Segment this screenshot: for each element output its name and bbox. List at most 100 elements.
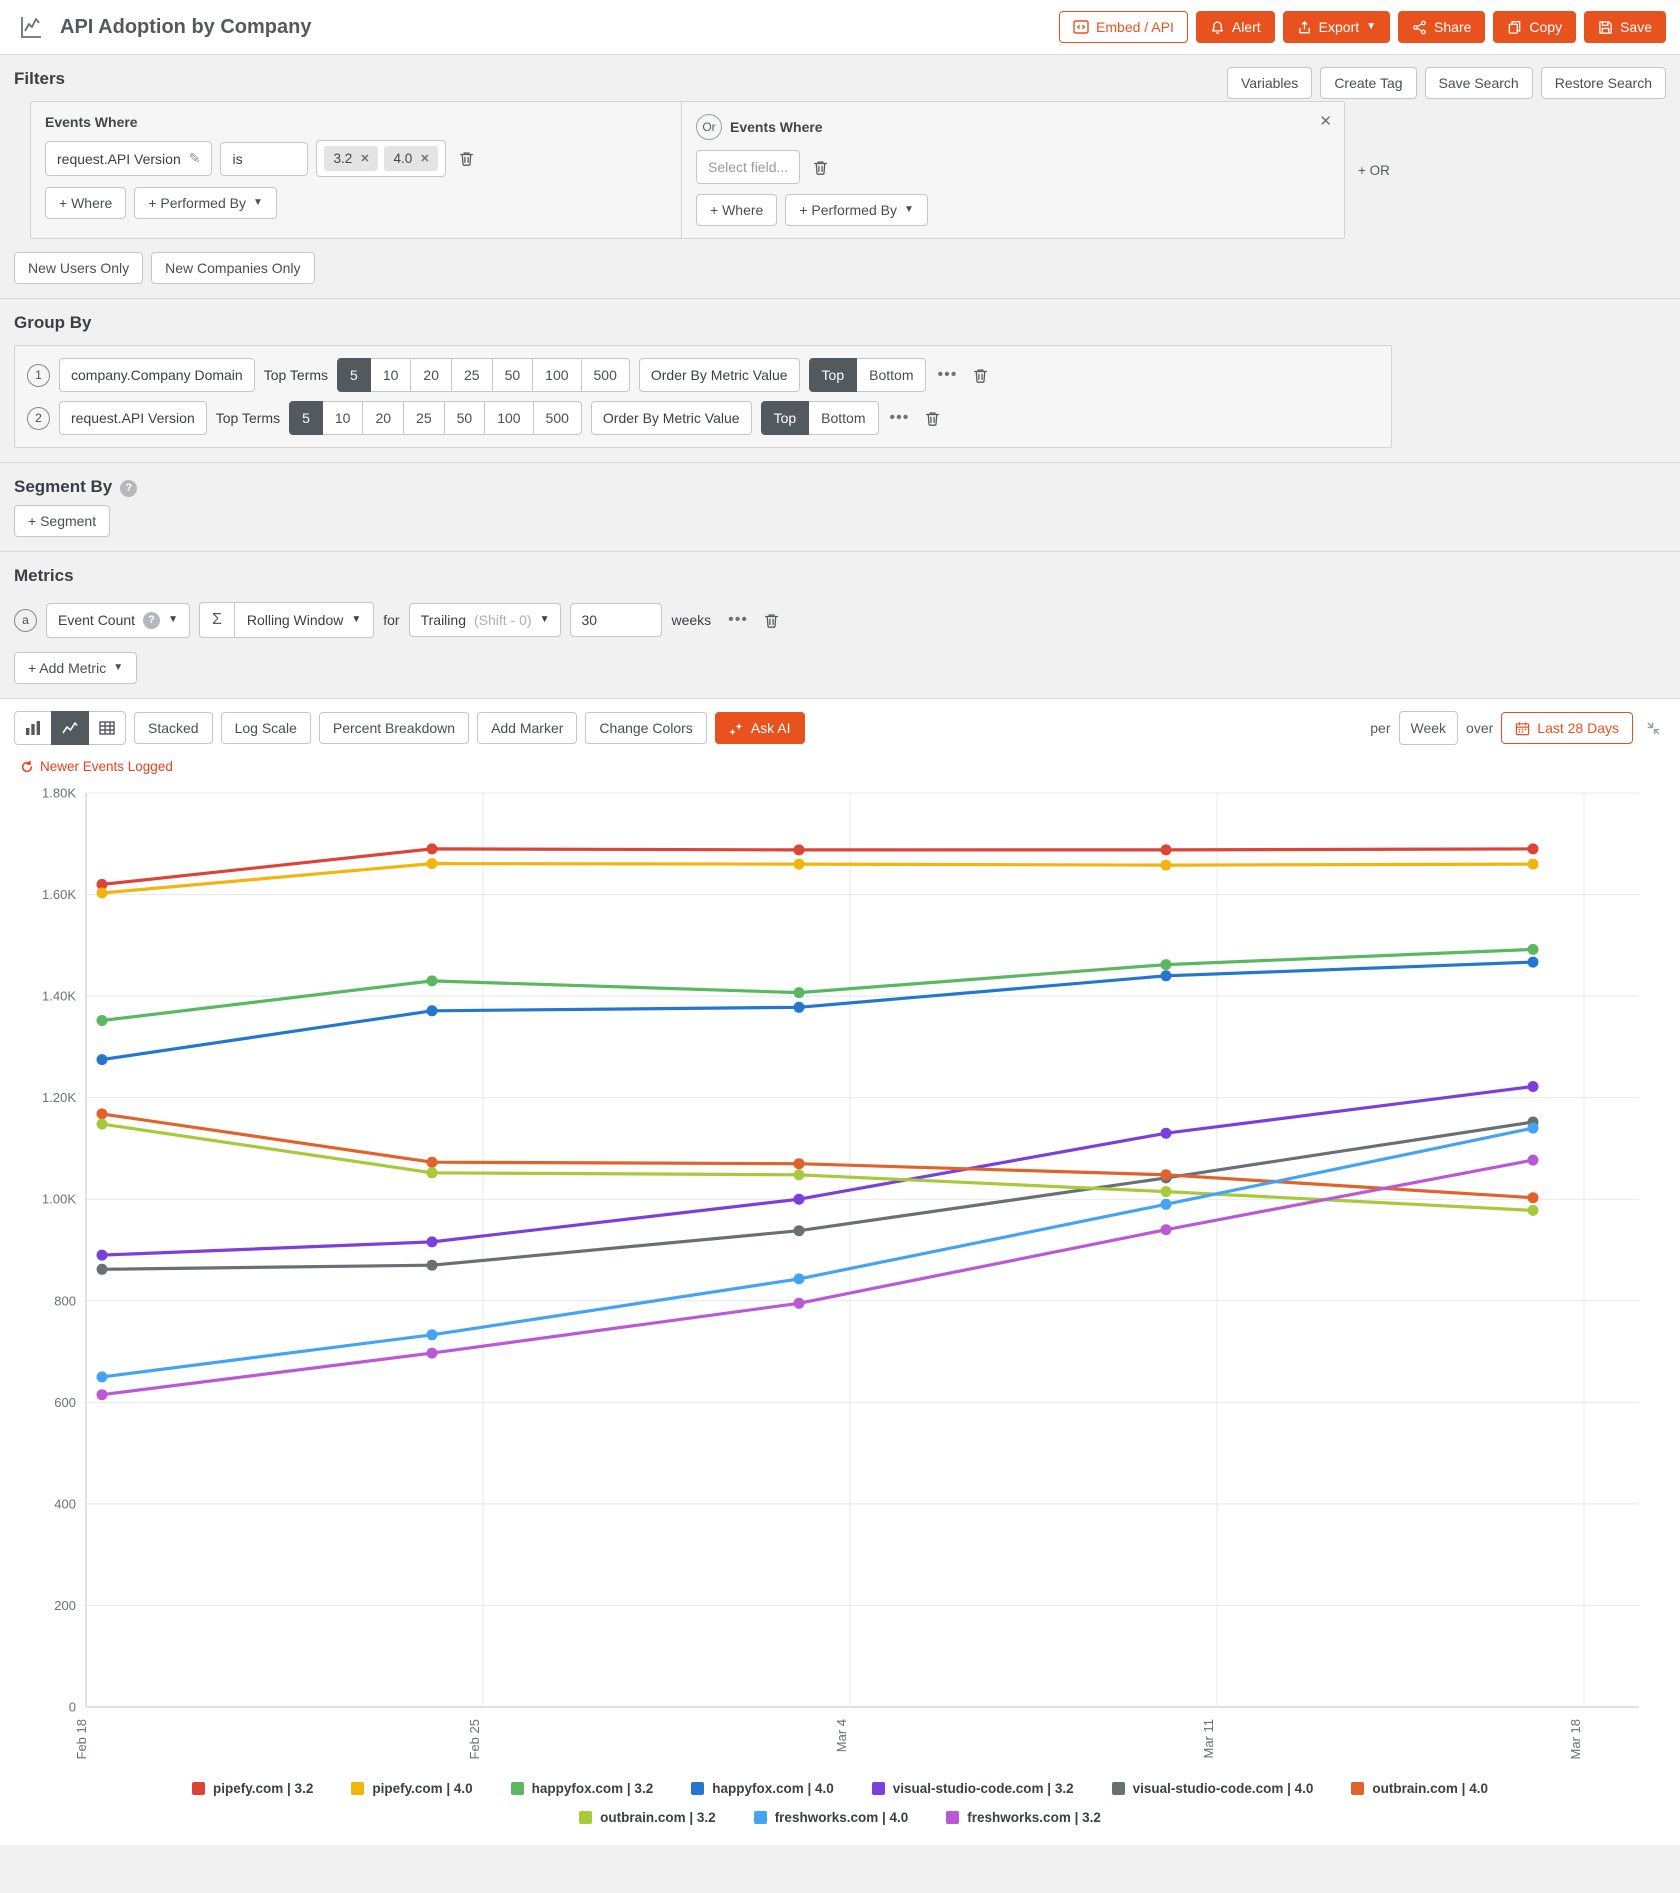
data-point[interactable]: [1528, 943, 1539, 954]
collapse-icon[interactable]: [1641, 716, 1666, 741]
data-point[interactable]: [1161, 959, 1172, 970]
order-direction-button[interactable]: Top: [761, 401, 810, 435]
term-count-button[interactable]: 10: [322, 401, 364, 435]
delete-group-button[interactable]: [920, 406, 945, 431]
data-point[interactable]: [1528, 1122, 1539, 1133]
data-point[interactable]: [794, 1225, 805, 1236]
sigma-aggregate-button[interactable]: Σ: [199, 602, 235, 638]
alert-button[interactable]: Alert: [1196, 11, 1275, 43]
help-icon[interactable]: ?: [120, 480, 137, 497]
data-point[interactable]: [1528, 843, 1539, 854]
delete-group-button[interactable]: [968, 363, 993, 388]
data-point[interactable]: [1528, 1081, 1539, 1092]
order-by-selector[interactable]: Order By Metric Value: [639, 358, 800, 392]
share-button[interactable]: Share: [1398, 11, 1485, 43]
data-point[interactable]: [1161, 844, 1172, 855]
data-point[interactable]: [1528, 1204, 1539, 1215]
add-metric-button[interactable]: + Add Metric▼: [14, 652, 137, 684]
data-point[interactable]: [1161, 1186, 1172, 1197]
data-point[interactable]: [97, 1389, 108, 1400]
legend-item[interactable]: outbrain.com | 4.0: [1351, 1781, 1488, 1796]
filter-operator-selector[interactable]: is: [220, 142, 308, 176]
term-count-button[interactable]: 20: [410, 358, 452, 392]
delete-metric-button[interactable]: [759, 608, 784, 633]
data-point[interactable]: [794, 1158, 805, 1169]
data-point[interactable]: [427, 858, 438, 869]
data-point[interactable]: [794, 987, 805, 998]
term-count-button[interactable]: 25: [403, 401, 445, 435]
data-point[interactable]: [427, 1005, 438, 1016]
term-count-button[interactable]: 5: [337, 358, 371, 392]
data-point[interactable]: [1528, 858, 1539, 869]
data-point[interactable]: [794, 844, 805, 855]
chart-option-button[interactable]: Log Scale: [221, 712, 311, 744]
quick-filter-button[interactable]: New Companies Only: [151, 252, 314, 284]
more-options-icon[interactable]: •••: [726, 611, 750, 629]
data-point[interactable]: [97, 1371, 108, 1382]
term-count-button[interactable]: 50: [444, 401, 486, 435]
copy-button[interactable]: Copy: [1493, 11, 1576, 43]
add-or-button[interactable]: + OR: [1358, 163, 1390, 178]
close-icon[interactable]: ✕: [1319, 112, 1332, 130]
filter-value-chip[interactable]: 3.2✕: [324, 146, 378, 171]
data-point[interactable]: [1161, 859, 1172, 870]
more-options-icon[interactable]: •••: [888, 409, 912, 427]
order-by-selector[interactable]: Order By Metric Value: [591, 401, 752, 435]
data-point[interactable]: [1161, 1198, 1172, 1209]
select-field-input[interactable]: Select field...: [696, 150, 800, 184]
group-field-selector[interactable]: company.Company Domain: [59, 358, 255, 392]
legend-item[interactable]: happyfox.com | 4.0: [691, 1781, 834, 1796]
data-point[interactable]: [97, 1263, 108, 1274]
data-point[interactable]: [794, 1001, 805, 1012]
newer-events-refresh[interactable]: Newer Events Logged: [20, 759, 173, 774]
data-point[interactable]: [794, 1169, 805, 1180]
data-point[interactable]: [794, 1297, 805, 1308]
remove-value-icon[interactable]: ✕: [420, 152, 429, 165]
line-chart-icon[interactable]: [51, 711, 89, 745]
data-point[interactable]: [1161, 1169, 1172, 1180]
legend-item[interactable]: visual-studio-code.com | 4.0: [1112, 1781, 1314, 1796]
window-value-input[interactable]: [570, 603, 662, 637]
order-direction-button[interactable]: Bottom: [808, 401, 878, 435]
data-point[interactable]: [794, 1193, 805, 1204]
filters-action-button[interactable]: Save Search: [1425, 67, 1533, 99]
filters-action-button[interactable]: Restore Search: [1541, 67, 1666, 99]
filter-field-selector[interactable]: request.API Version ✎: [45, 141, 212, 176]
more-options-icon[interactable]: •••: [935, 366, 959, 384]
legend-item[interactable]: freshworks.com | 3.2: [946, 1810, 1101, 1825]
data-point[interactable]: [1528, 1154, 1539, 1165]
filters-action-button[interactable]: Variables: [1227, 67, 1312, 99]
chart-option-button[interactable]: Add Marker: [477, 712, 577, 744]
window-type-selector[interactable]: Trailing (Shift - 0) ▼: [409, 603, 562, 637]
data-point[interactable]: [97, 1249, 108, 1260]
legend-item[interactable]: happyfox.com | 3.2: [511, 1781, 654, 1796]
chart-option-button[interactable]: Stacked: [134, 712, 213, 744]
add-where-button[interactable]: + Where: [696, 194, 777, 226]
data-point[interactable]: [427, 1329, 438, 1340]
legend-item[interactable]: pipefy.com | 4.0: [351, 1781, 472, 1796]
save-button[interactable]: Save: [1584, 11, 1666, 43]
data-point[interactable]: [97, 1015, 108, 1026]
data-point[interactable]: [794, 858, 805, 869]
date-range-button[interactable]: Last 28 Days: [1501, 712, 1633, 744]
remove-value-icon[interactable]: ✕: [360, 152, 369, 165]
term-count-button[interactable]: 500: [533, 401, 582, 435]
interval-selector[interactable]: Week: [1399, 711, 1459, 745]
order-direction-button[interactable]: Bottom: [856, 358, 926, 392]
ask-ai-button[interactable]: Ask AI: [715, 712, 805, 744]
data-point[interactable]: [427, 1167, 438, 1178]
legend-item[interactable]: outbrain.com | 3.2: [579, 1810, 716, 1825]
data-point[interactable]: [1161, 1224, 1172, 1235]
data-point[interactable]: [97, 1108, 108, 1119]
metric-type-selector[interactable]: Event Count ? ▼: [46, 603, 190, 638]
filters-action-button[interactable]: Create Tag: [1320, 67, 1416, 99]
data-point[interactable]: [427, 975, 438, 986]
legend-item[interactable]: visual-studio-code.com | 3.2: [872, 1781, 1074, 1796]
add-segment-button[interactable]: + Segment: [14, 505, 110, 537]
filter-values-box[interactable]: 3.2✕4.0✕: [316, 140, 446, 177]
term-count-button[interactable]: 20: [362, 401, 404, 435]
delete-filter-button[interactable]: [454, 146, 479, 171]
data-point[interactable]: [427, 1347, 438, 1358]
term-count-button[interactable]: 100: [484, 401, 533, 435]
add-performed-by-button[interactable]: + Performed By▼: [785, 194, 928, 226]
